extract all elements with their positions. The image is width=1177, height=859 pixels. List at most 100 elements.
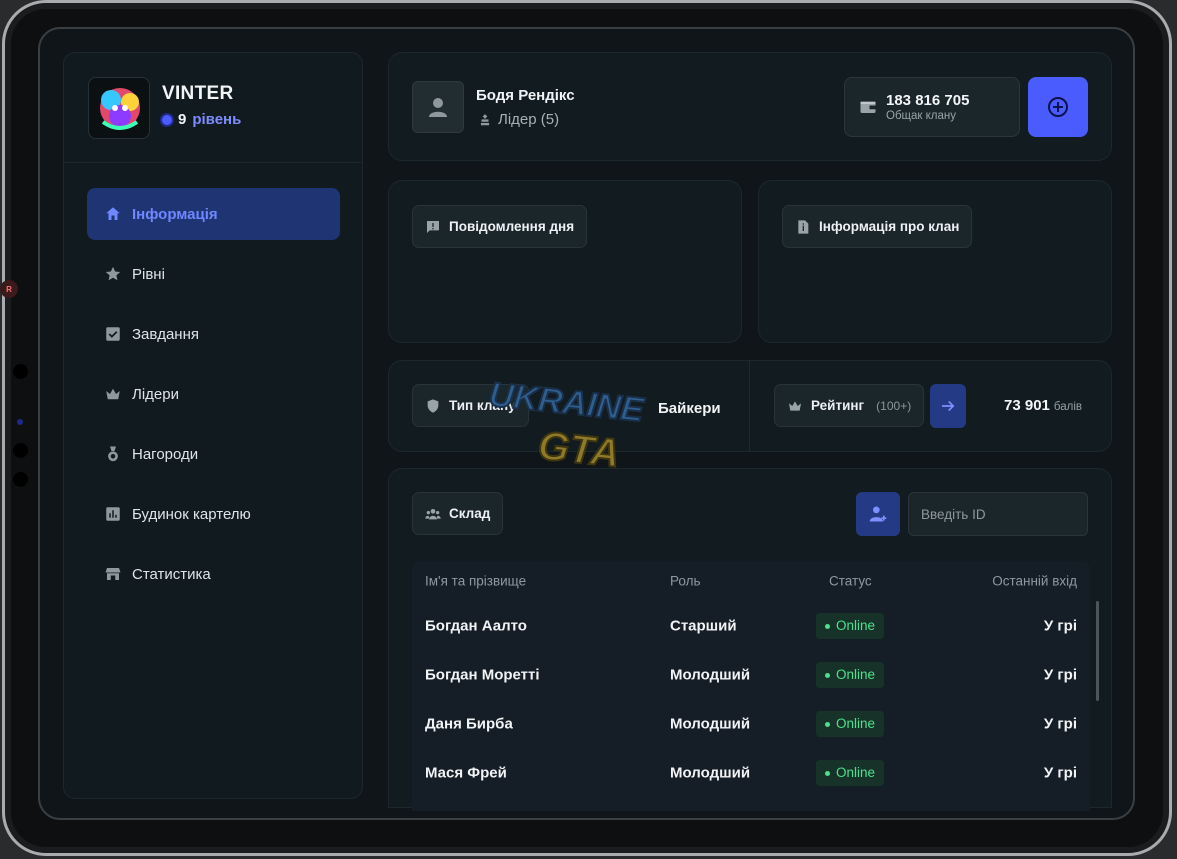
add-user-icon [869, 506, 887, 522]
rating-note: (100+) [876, 398, 912, 413]
score-value: 73 901 [1004, 397, 1050, 414]
member-name: Богдан Аалто [425, 617, 527, 634]
member-role: Старший [670, 617, 737, 634]
sidebar-item-label: Завдання [132, 325, 199, 343]
divider [749, 361, 750, 451]
table-row[interactable]: Мася Фрей Молодший Online У грі [412, 748, 1090, 797]
chart-icon [106, 507, 120, 521]
user-role-text: Лідер (5) [498, 111, 560, 128]
sidebar-item-cartel-house[interactable]: Будинок картелю [87, 488, 340, 540]
sidebar-item-label: Будинок картелю [132, 505, 251, 523]
table-scrollbar[interactable] [1096, 601, 1099, 701]
medal-icon [108, 446, 118, 462]
sidebar-item-info[interactable]: Інформація [87, 188, 340, 240]
status-badge: Online [816, 661, 885, 688]
score-unit: балів [1053, 401, 1082, 413]
deposit-button[interactable] [1028, 77, 1088, 137]
table-row[interactable]: Богдан Аалто Старший Online У грі [412, 601, 1090, 650]
arrow-right-icon [942, 400, 955, 412]
sidebar-item-tasks[interactable]: Завдання [87, 308, 340, 360]
sidebar-item-label: Рівні [132, 265, 165, 283]
member-last-login: У грі [1043, 715, 1077, 732]
members-table: Ім'я та прізвище Роль Статус Останній вх… [412, 561, 1090, 811]
header-card: Бодя Рендікс Лідер (5) 183 816 705 Общак… [388, 52, 1112, 161]
member-role: Молодший [670, 715, 751, 732]
status-badge: Online [816, 612, 885, 639]
camera-dot [13, 364, 28, 379]
member-role: Молодший [670, 666, 751, 683]
plus-circle-icon [1048, 97, 1068, 117]
user-role: Лідер (5) [478, 111, 559, 128]
store-icon [105, 568, 121, 580]
motd-chip: Повідомлення дня [412, 205, 588, 248]
level-word: рівень [192, 111, 242, 128]
screen: VINTER 9 рівень Інформація Рівні Завданн… [38, 27, 1135, 820]
sidebar-item-label: Нагороди [132, 445, 199, 463]
member-name: Мася Фрей [425, 764, 507, 781]
rating-label: Рейтинг [811, 398, 865, 413]
invite-member-button[interactable] [856, 492, 900, 536]
sidebar-item-awards[interactable]: Нагороди [87, 428, 340, 480]
clan-bank: 183 816 705 Общак клану [844, 77, 1020, 137]
col-status: Статус [829, 573, 872, 589]
camera-dot [13, 443, 28, 458]
clan-stats-card: Тип клану Байкери Рейтинг (100+) 73 901 б… [388, 360, 1112, 452]
member-role: Молодший [670, 764, 751, 781]
rating-chip: Рейтинг (100+) [774, 384, 925, 427]
member-id-input[interactable] [908, 492, 1088, 536]
clan-score: 73 901 балів [1004, 397, 1082, 414]
camera-dot [13, 472, 28, 487]
clan-name: VINTER [162, 83, 234, 104]
member-name: Богдан Моретті [425, 666, 540, 683]
clan-type-value: Байкери [658, 400, 721, 417]
roster-chip: Склад [412, 492, 504, 535]
table-row[interactable]: Даня Бирба Молодший Online У грі [412, 699, 1090, 748]
roster-label: Склад [449, 506, 491, 521]
clan-info-chip: Інформація про клан [782, 205, 973, 248]
status-badge: Online [816, 710, 885, 737]
home-icon [106, 207, 120, 220]
sidebar-item-label: Статистика [132, 565, 211, 583]
sidebar-item-stats[interactable]: Статистика [87, 548, 340, 600]
group-icon [425, 508, 441, 519]
level-number: 9 [178, 111, 187, 128]
motd-card: Повідомлення дня [388, 180, 742, 343]
bank-amount: 183 816 705 [886, 92, 970, 109]
shield-icon [427, 398, 439, 413]
user-avatar [412, 81, 464, 133]
crown-icon [106, 388, 120, 400]
sidebar-item-leaders[interactable]: Лідери [87, 368, 340, 420]
crown-icon [789, 400, 801, 411]
sidebar-item-levels[interactable]: Рівні [87, 248, 340, 300]
roster-card: Склад Ім'я та прізвище Роль Статус Остан… [388, 468, 1112, 811]
sidebar-item-label: Лідери [132, 385, 179, 403]
clan-avatar [88, 77, 150, 139]
sidebar-nav: Інформація Рівні Завдання Лідери Нагород… [87, 188, 340, 608]
table-header: Ім'я та прізвище Роль Статус Останній вх… [412, 561, 1090, 601]
rating-open-button[interactable] [930, 384, 966, 428]
user-icon [429, 98, 447, 117]
member-name: Даня Бирба [425, 715, 513, 732]
clan-info-card: Інформація про клан [758, 180, 1112, 343]
checkbox-icon [106, 327, 120, 341]
col-name: Ім'я та прізвище [425, 573, 527, 589]
motd-label: Повідомлення дня [449, 219, 575, 234]
table-row[interactable]: Богдан Моретті Молодший Online У грі [412, 650, 1090, 699]
sensor-dot [17, 419, 23, 425]
col-last-login: Останній вхід [992, 573, 1077, 589]
clan-info-label: Інформація про клан [819, 219, 960, 234]
sidebar-item-label: Інформація [132, 205, 218, 223]
bank-label: Общак клану [886, 110, 956, 122]
level-dot-icon [162, 114, 172, 125]
clan-level: 9 рівень [162, 111, 241, 128]
side-badge: R [0, 280, 18, 298]
rank-icon [480, 113, 490, 125]
star-icon [105, 266, 121, 281]
profile-block: VINTER 9 рівень [64, 53, 362, 163]
col-role: Роль [670, 573, 701, 589]
user-name: Бодя Рендікс [476, 87, 575, 104]
clan-type-chip: Тип клану [412, 384, 529, 427]
member-last-login: У грі [1043, 617, 1077, 634]
clan-type-label: Тип клану [449, 398, 516, 413]
sidebar: VINTER 9 рівень Інформація Рівні Завданн… [63, 52, 363, 799]
